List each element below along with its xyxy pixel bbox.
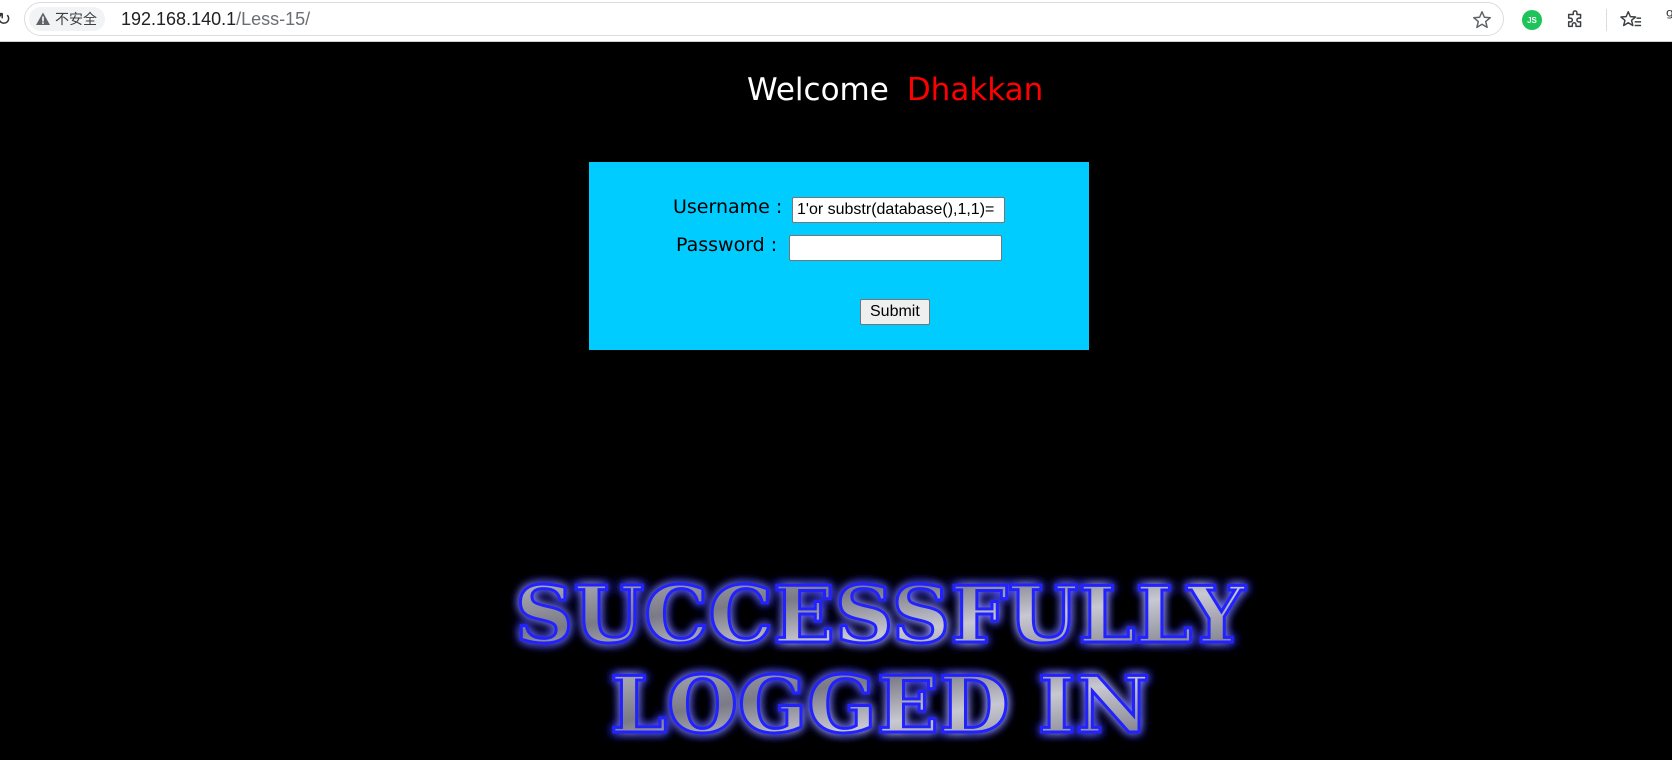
password-label: Password :	[676, 234, 778, 256]
password-input[interactable]	[789, 235, 1002, 261]
profile-icon[interactable]: ᵍ	[1666, 4, 1672, 28]
favorites-icon[interactable]	[1619, 8, 1643, 32]
username-label: Username :	[673, 196, 783, 218]
welcome-heading: Welcome Dhakkan	[747, 70, 1043, 110]
url-host: 192.168.140.1	[121, 9, 237, 29]
success-banner-image: SUCCESSFULLY LOGGED IN	[514, 570, 1248, 750]
extensions-puzzle-icon[interactable]	[1564, 8, 1588, 32]
security-indicator[interactable]: 不安全	[29, 7, 105, 31]
url-path: /Less-15/	[236, 9, 311, 29]
url-text[interactable]: 192.168.140.1/Less-15/	[121, 8, 310, 30]
browser-toolbar: ↻ 不安全 192.168.140.1/Less-15/ JS ᵍ	[0, 0, 1672, 42]
js-extension-icon[interactable]: JS	[1522, 10, 1542, 30]
banner-line-2: LOGGED IN	[610, 660, 1150, 750]
address-bar[interactable]: 不安全 192.168.140.1/Less-15/	[24, 2, 1504, 36]
toolbar-actions: JS	[1520, 5, 1643, 35]
banner-line-1: SUCCESSFULLY	[515, 570, 1246, 661]
toolbar-divider	[1606, 9, 1607, 31]
reload-icon[interactable]: ↻	[0, 9, 11, 30]
warning-icon	[36, 12, 50, 25]
security-label: 不安全	[55, 12, 97, 28]
bookmark-star-icon[interactable]	[1471, 9, 1493, 31]
username-input[interactable]	[792, 197, 1005, 223]
welcome-name: Dhakkan	[906, 72, 1044, 108]
welcome-text: Welcome	[747, 72, 889, 108]
submit-button[interactable]: Submit	[860, 299, 930, 325]
login-form: Username : Password : Submit	[589, 162, 1089, 350]
